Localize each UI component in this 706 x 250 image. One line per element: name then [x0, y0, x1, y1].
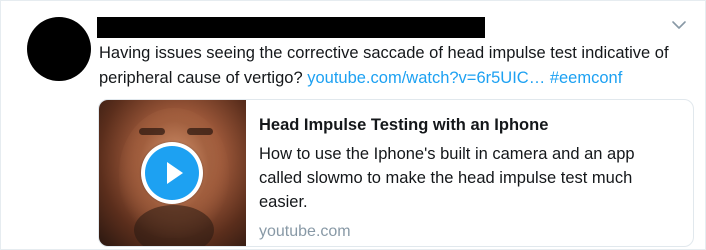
- tweet-text: Having issues seeing the corrective sacc…: [99, 41, 689, 91]
- link-preview-card[interactable]: Head Impulse Testing with an Iphone How …: [98, 99, 694, 247]
- tweet-hashtag[interactable]: #eemconf: [550, 69, 622, 87]
- redacted-user-name[interactable]: [97, 17, 485, 38]
- thumbnail-brow-right: [187, 128, 213, 135]
- card-description: How to use the Iphone's built in camera …: [259, 145, 635, 211]
- card-title[interactable]: Head Impulse Testing with an Iphone: [259, 114, 679, 136]
- play-icon: [167, 162, 183, 184]
- video-thumbnail[interactable]: [99, 100, 246, 246]
- card-body: Head Impulse Testing with an Iphone How …: [259, 114, 679, 242]
- play-button[interactable]: [141, 142, 203, 204]
- card-domain: youtube.com: [259, 223, 351, 240]
- thumbnail-brow-left: [139, 128, 165, 135]
- chevron-down-icon[interactable]: [669, 15, 689, 35]
- tweet-link[interactable]: youtube.com/watch?v=6r5UIC…: [307, 69, 545, 87]
- avatar[interactable]: [27, 17, 91, 81]
- tweet: Having issues seeing the corrective sacc…: [0, 0, 706, 250]
